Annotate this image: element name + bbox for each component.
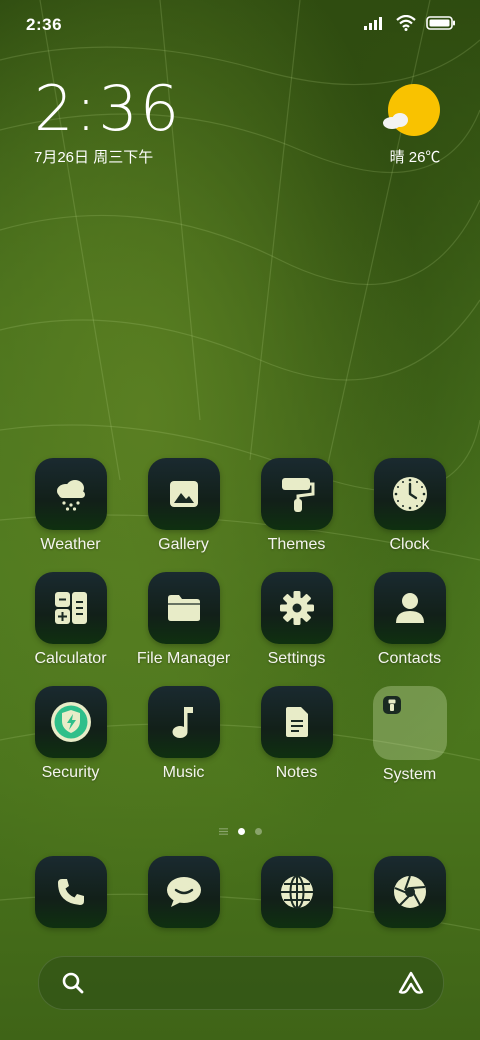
widget-time: 2:36 bbox=[34, 72, 182, 145]
weather-widget[interactable]: 晴 26℃ bbox=[380, 82, 450, 172]
status-time: 2:36 bbox=[26, 15, 63, 34]
app-label: Themes bbox=[267, 536, 326, 553]
flashlight-icon bbox=[382, 696, 401, 714]
gear-icon[interactable] bbox=[260, 572, 333, 644]
dock-camera[interactable] bbox=[353, 856, 466, 928]
status-icons bbox=[364, 15, 456, 31]
app-music[interactable]: Music bbox=[127, 686, 240, 784]
app-gallery[interactable]: Gallery bbox=[127, 458, 240, 554]
app-row: Calculator File Manager Settings Contact… bbox=[14, 572, 466, 668]
app-label: Clock bbox=[389, 536, 430, 553]
assistant-icon[interactable] bbox=[397, 970, 425, 996]
weather-icon[interactable] bbox=[34, 458, 107, 530]
dock-browser[interactable] bbox=[240, 856, 353, 928]
widget-date: 7月26日 周三下午 bbox=[34, 149, 154, 166]
dock bbox=[14, 856, 466, 928]
calculator-icon[interactable] bbox=[34, 572, 107, 644]
app-contacts[interactable]: Contacts bbox=[353, 572, 466, 668]
app-system-folder[interactable]: System bbox=[353, 686, 466, 784]
gallery-icon[interactable] bbox=[147, 458, 220, 530]
clock-widget[interactable]: 2:36 7月26日 周三下午 bbox=[34, 76, 254, 176]
app-themes[interactable]: Themes bbox=[240, 458, 353, 554]
signal-icon bbox=[364, 17, 382, 30]
folder-icon[interactable] bbox=[147, 572, 220, 644]
page-dot-active[interactable] bbox=[237, 828, 245, 835]
contacts-icon[interactable] bbox=[373, 572, 446, 644]
page-dot[interactable] bbox=[254, 828, 262, 835]
messages-icon[interactable] bbox=[147, 856, 220, 928]
shield-icon[interactable] bbox=[34, 686, 107, 758]
app-label: Contacts bbox=[377, 650, 442, 667]
wifi-icon bbox=[396, 15, 416, 31]
app-label: Weather bbox=[40, 536, 101, 553]
dock-phone[interactable] bbox=[14, 856, 127, 928]
app-label: Security bbox=[41, 764, 100, 781]
search-bar[interactable] bbox=[38, 956, 444, 1010]
battery-icon bbox=[426, 16, 455, 30]
camera-icon[interactable] bbox=[373, 856, 446, 928]
app-grid: Weather Gallery Themes Clock Calculator … bbox=[14, 458, 466, 802]
page-indicator[interactable] bbox=[0, 828, 480, 835]
menu-lines-icon bbox=[218, 828, 228, 835]
app-security[interactable]: Security bbox=[14, 686, 127, 784]
app-label: System bbox=[382, 766, 437, 783]
app-label: File Manager bbox=[136, 650, 231, 667]
search-icon[interactable] bbox=[61, 971, 85, 995]
clock-icon[interactable] bbox=[373, 458, 446, 530]
app-weather[interactable]: Weather bbox=[14, 458, 127, 554]
cloud-icon bbox=[383, 113, 408, 129]
app-file-manager[interactable]: File Manager bbox=[127, 572, 240, 668]
app-notes[interactable]: Notes bbox=[240, 686, 353, 784]
status-bar: 2:36 bbox=[0, 0, 480, 50]
app-row: Security Music Notes System bbox=[14, 686, 466, 784]
themes-icon[interactable] bbox=[260, 458, 333, 530]
system-folder-icon[interactable] bbox=[372, 686, 447, 760]
notes-icon[interactable] bbox=[260, 686, 333, 758]
app-label: Settings bbox=[267, 650, 326, 667]
app-settings[interactable]: Settings bbox=[240, 572, 353, 668]
app-clock[interactable]: Clock bbox=[353, 458, 466, 554]
weather-text: 晴 26℃ bbox=[389, 149, 441, 166]
music-note-icon[interactable] bbox=[147, 686, 220, 758]
app-row: Weather Gallery Themes Clock bbox=[14, 458, 466, 554]
app-label: Calculator bbox=[34, 650, 107, 667]
app-label: Notes bbox=[275, 764, 318, 781]
browser-icon[interactable] bbox=[260, 856, 333, 928]
app-label: Gallery bbox=[158, 536, 209, 553]
dock-messages[interactable] bbox=[127, 856, 240, 928]
app-label: Music bbox=[162, 764, 205, 781]
phone-icon[interactable] bbox=[34, 856, 107, 928]
app-calculator[interactable]: Calculator bbox=[14, 572, 127, 668]
